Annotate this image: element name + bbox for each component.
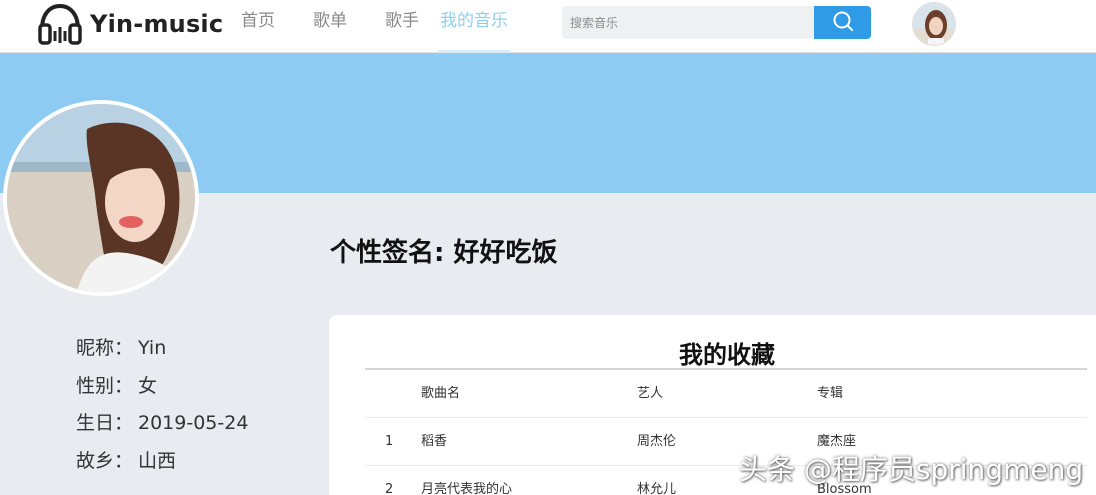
info-row-nickname: 昵称： Yin: [76, 334, 248, 372]
signature-label: 个性签名:: [330, 238, 445, 268]
info-value: 女: [138, 374, 158, 397]
logo-text: Yin-music: [90, 10, 224, 38]
headphones-icon: [36, 1, 84, 47]
profile-info-list: 昵称： Yin 性别：女 生日： 2019-05-24 故乡： 山西: [76, 334, 248, 484]
column-header-album[interactable]: 专辑: [817, 370, 843, 418]
top-navbar: Yin-music 首页 歌单 歌手 我的音乐: [0, 0, 1096, 53]
main-nav: 首页 歌单 歌手 我的音乐: [222, 0, 510, 53]
nav-item-singers[interactable]: 歌手: [366, 0, 438, 53]
search-input[interactable]: [562, 6, 814, 39]
row-index: 2: [385, 482, 394, 495]
search-icon: [831, 9, 855, 37]
nav-item-playlists[interactable]: 歌单: [294, 0, 366, 53]
favorites-title: 我的收藏: [679, 341, 775, 369]
info-value: Yin: [138, 337, 167, 359]
nav-item-my-music[interactable]: 我的音乐: [438, 0, 510, 53]
info-row-birthday: 生日： 2019-05-24: [76, 409, 248, 447]
logo[interactable]: Yin-music: [36, 0, 223, 48]
signature-value: 好好吃饭: [453, 238, 558, 268]
signature: 个性签名: 好好吃饭: [330, 232, 557, 269]
info-key: 性别：: [76, 374, 134, 397]
search-box: [562, 6, 871, 39]
info-key: 故乡：: [76, 449, 134, 472]
watermark: 头条 @程序员springmeng: [739, 453, 1084, 486]
info-value: 2019-05-24: [138, 412, 249, 434]
song-artist[interactable]: 林允儿: [637, 466, 676, 495]
song-name[interactable]: 月亮代表我的心: [421, 466, 512, 495]
nav-item-home[interactable]: 首页: [222, 0, 294, 53]
profile-avatar: [3, 100, 199, 296]
row-index: 1: [385, 434, 394, 449]
song-artist[interactable]: 周杰伦: [637, 418, 676, 466]
info-row-hometown: 故乡： 山西: [76, 447, 248, 485]
search-button[interactable]: [814, 6, 871, 39]
info-value: 山西: [138, 449, 177, 472]
info-key: 昵称：: [76, 337, 134, 359]
song-name[interactable]: 稻香: [421, 418, 447, 466]
info-row-gender: 性别：女: [76, 372, 248, 410]
column-header-artist[interactable]: 艺人: [637, 370, 663, 418]
column-header-song[interactable]: 歌曲名: [421, 370, 460, 418]
user-avatar[interactable]: [912, 2, 956, 46]
table-header: 歌曲名 艺人 专辑: [365, 370, 1087, 418]
info-key: 生日：: [76, 412, 134, 434]
